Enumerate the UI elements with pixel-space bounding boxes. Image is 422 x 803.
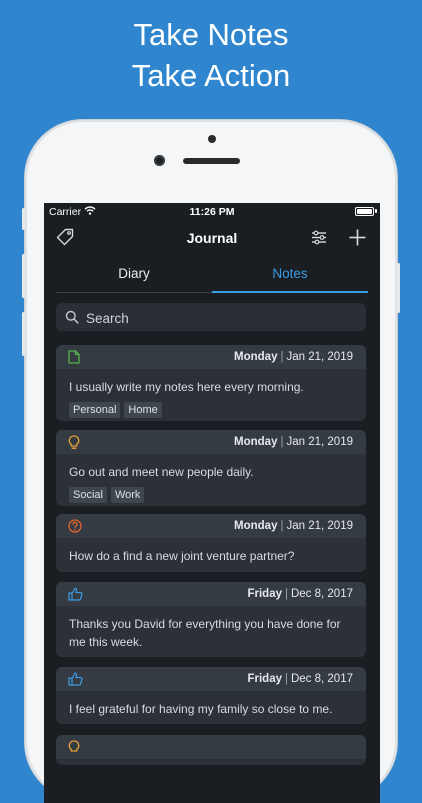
volume-up-button (22, 254, 25, 298)
tag-chip[interactable]: Social (69, 487, 107, 503)
mute-switch (22, 208, 25, 230)
note-date: Monday | Jan 21, 2019 (234, 351, 353, 363)
note-day: Monday (234, 351, 278, 363)
search-icon (65, 310, 79, 324)
tag-chip[interactable]: Personal (69, 402, 121, 418)
filter-icon[interactable] (311, 230, 327, 245)
tab-notes[interactable]: Notes (212, 266, 368, 281)
note-card-header: Monday | Jan 21, 2019 (56, 514, 366, 538)
add-icon[interactable] (348, 228, 367, 247)
note-date: Friday | Dec 8, 2017 (247, 588, 353, 600)
page-title: Journal (186, 230, 238, 246)
note-card-header: Friday | Dec 8, 2017 (56, 667, 366, 691)
note-text: Thanks you David for everything you have… (69, 617, 341, 649)
note-tags: Social Work (69, 485, 148, 503)
tag-chip[interactable]: Home (124, 402, 162, 418)
segment-tabs: Diary Notes (56, 258, 368, 293)
note-card-header: Monday | Jan 21, 2019 (56, 430, 366, 454)
note-text: I feel grateful for having my family so … (69, 702, 333, 716)
lightbulb-icon (68, 435, 80, 449)
note-card[interactable]: Friday | Dec 8, 2017 Thanks you David for … (56, 582, 366, 657)
note-card-header (56, 735, 366, 759)
note-card-header: Monday | Jan 21, 2019 (56, 345, 366, 369)
question-icon (68, 519, 82, 533)
volume-down-button (22, 312, 25, 356)
status-time: 11:26 PM (189, 206, 235, 218)
note-day: Friday (247, 673, 282, 685)
note-date-value: Jan 21, 2019 (286, 520, 353, 532)
note-date-value: Jan 21, 2019 (286, 436, 353, 448)
note-date: Monday | Jan 21, 2019 (234, 436, 353, 448)
note-date-value: Jan 21, 2019 (286, 351, 353, 363)
earpiece-speaker (183, 158, 240, 164)
note-date-value: Dec 8, 2017 (290, 588, 353, 600)
note-day: Friday (247, 588, 282, 600)
promo-headline: Take Notes Take Action (0, 14, 422, 96)
promo-line-2: Take Action (131, 58, 291, 93)
promo-line-1: Take Notes (133, 17, 289, 52)
active-tab-indicator (212, 291, 368, 293)
power-button (397, 263, 400, 313)
note-tags: Personal Home (69, 400, 166, 418)
front-camera (154, 155, 165, 166)
note-card[interactable]: Monday | Jan 21, 2019 How do a find a new … (56, 514, 366, 572)
nav-bar: Journal (44, 220, 380, 256)
note-day: Monday (234, 520, 278, 532)
note-text: Go out and meet new people daily. (69, 465, 254, 479)
date-separator: | (284, 673, 288, 685)
note-day: Monday (234, 436, 278, 448)
note-date: Friday | Dec 8, 2017 (247, 673, 353, 685)
battery-icon (355, 207, 374, 216)
note-card[interactable] (56, 735, 366, 765)
battery-tip (375, 209, 377, 213)
note-date-value: Dec 8, 2017 (290, 673, 353, 685)
note-text: I usually write my notes here every morn… (69, 380, 304, 394)
search-input[interactable] (84, 303, 358, 333)
status-bar: Carrier 11:26 PM (44, 203, 380, 220)
proximity-sensor (208, 135, 216, 143)
note-card[interactable]: Monday | Jan 21, 2019 Go out and meet new … (56, 430, 366, 506)
tab-diary[interactable]: Diary (56, 266, 212, 281)
note-text: How do a find a new joint venture partne… (69, 549, 295, 563)
thumbs-up-icon (68, 587, 83, 601)
note-card[interactable]: Friday | Dec 8, 2017 I feel grateful for h… (56, 667, 366, 724)
lightbulb-icon (68, 740, 80, 752)
note-card-header: Friday | Dec 8, 2017 (56, 582, 366, 606)
search-bar[interactable] (56, 303, 366, 333)
document-icon (68, 350, 80, 364)
thumbs-up-icon (68, 672, 83, 686)
date-separator: | (284, 588, 288, 600)
app-screen: Carrier 11:26 PM Journal Diary Notes Sea… (44, 203, 380, 803)
note-card[interactable]: Monday | Jan 21, 2019 I usually write my n… (56, 345, 366, 421)
note-date: Monday | Jan 21, 2019 (234, 520, 353, 532)
tag-chip[interactable]: Work (110, 487, 145, 503)
phone-frame: Carrier 11:26 PM Journal Diary Notes Sea… (22, 120, 400, 803)
